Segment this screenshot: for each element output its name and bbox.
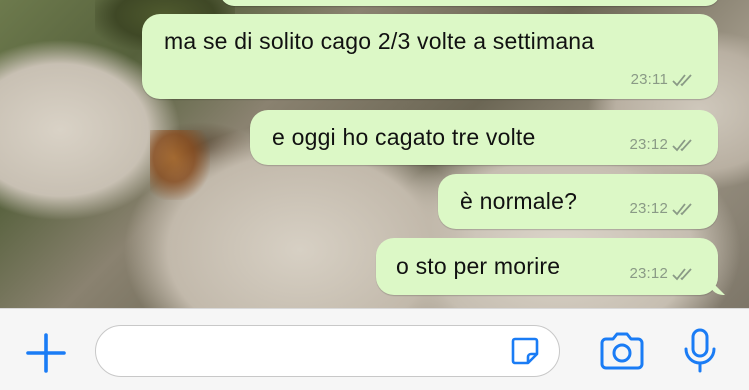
message-meta: 23:12 (629, 200, 696, 217)
camera-icon[interactable] (598, 331, 646, 371)
message-time: 23:11 (630, 71, 668, 88)
message-text: è normale? (460, 188, 578, 214)
partial-message-bubble (220, 0, 720, 6)
double-check-icon (672, 73, 692, 86)
message-bubble[interactable]: e oggi ho cagato tre volte 23:12 (250, 110, 718, 165)
message-bubble[interactable]: è normale? 23:12 (438, 174, 718, 229)
microphone-icon[interactable] (680, 327, 720, 375)
message-text: o sto per morire (396, 253, 561, 279)
composer-bar (0, 308, 749, 390)
double-check-icon (672, 138, 692, 151)
double-check-icon (672, 267, 692, 280)
message-input[interactable] (114, 326, 498, 376)
message-text: e oggi ho cagato tre volte (272, 124, 536, 150)
wallpaper-rust-stain (150, 130, 210, 200)
sticker-icon[interactable] (509, 335, 541, 367)
message-input-field[interactable] (95, 325, 560, 377)
message-time: 23:12 (629, 200, 668, 217)
message-text: ma se di solito cago 2/3 volte a settima… (164, 28, 595, 54)
message-bubble[interactable]: ma se di solito cago 2/3 volte a settima… (142, 14, 718, 99)
message-time: 23:12 (629, 136, 668, 153)
message-meta: 23:12 (629, 265, 696, 282)
message-time: 23:12 (629, 265, 668, 282)
message-bubble[interactable]: o sto per morire 23:12 (376, 238, 725, 295)
plus-icon[interactable] (24, 331, 68, 375)
double-check-icon (672, 202, 692, 215)
message-meta: 23:11 (631, 71, 696, 88)
message-meta: 23:12 (629, 136, 696, 153)
